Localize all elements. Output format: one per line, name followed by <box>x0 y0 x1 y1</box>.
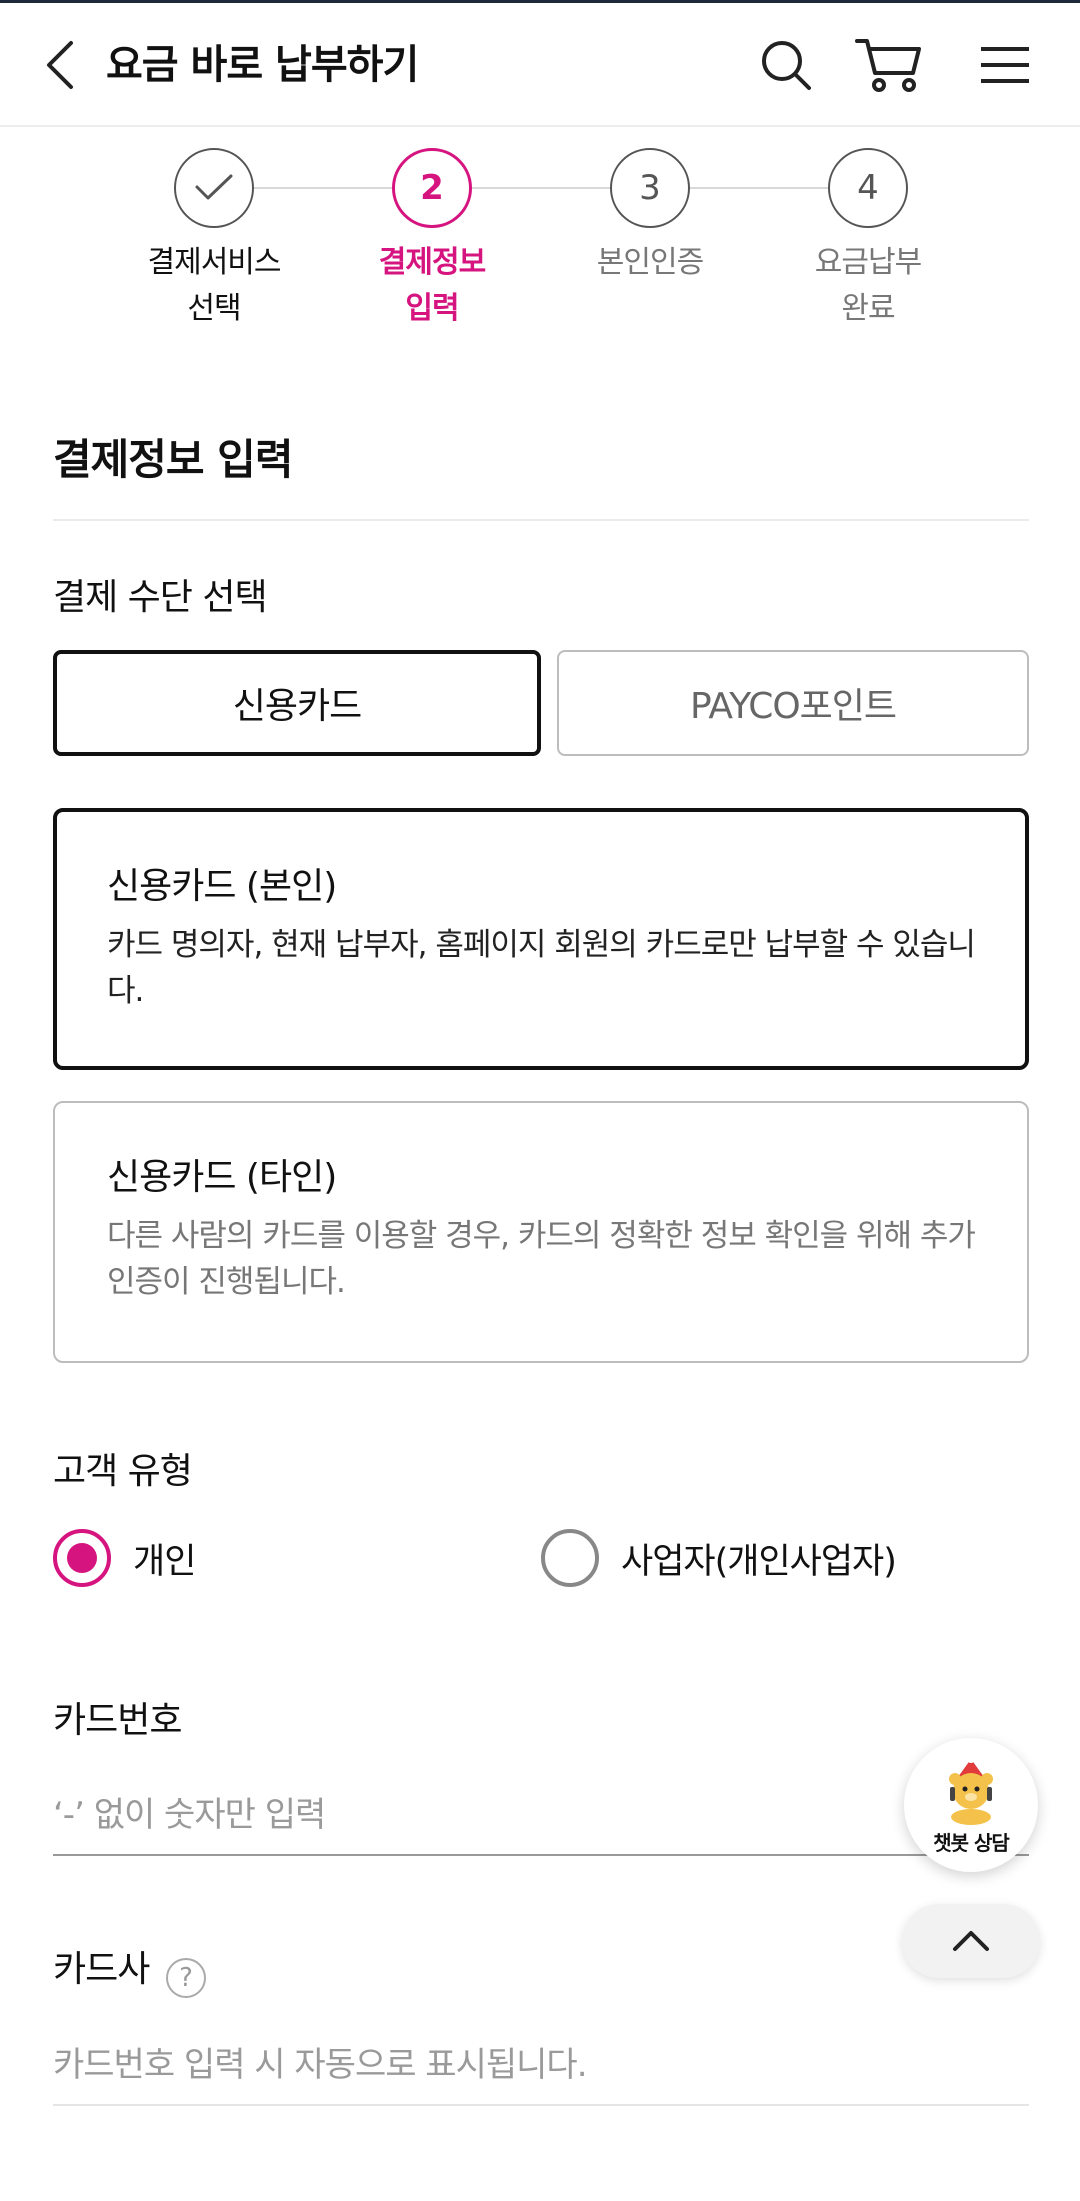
step-4-label: 요금납부 완료 <box>814 245 922 326</box>
help-icon[interactable]: ? <box>166 1958 206 1998</box>
search-icon <box>762 41 811 90</box>
card-other-title: 신용카드 (타인) <box>107 1157 337 1198</box>
step-1-label: 결제서비스 선택 <box>147 245 282 326</box>
back-button[interactable] <box>30 33 90 97</box>
step-3-label: 본인인증 <box>596 245 704 280</box>
cart-icon <box>855 39 921 92</box>
payment-method-label: 결제 수단 선택 <box>53 577 268 618</box>
step-2: 2 결제정보 입력 <box>322 148 542 332</box>
card-other-description: 다른 사람의 카드를 이용할 경우, 카드의 정확한 정보 확인을 위해 추가 … <box>107 1218 976 1300</box>
radio-business-label: 사업자(개인사업자) <box>621 1541 897 1582</box>
step-4: 4 요금납부 완료 <box>758 148 978 332</box>
chevron-up-icon <box>953 1931 989 1951</box>
card-other-option[interactable]: 신용카드 (타인) 다른 사람의 카드를 이용할 경우, 카드의 정확한 정보 … <box>53 1101 1029 1363</box>
chatbot-bear-icon <box>949 1754 993 1825</box>
chevron-left-icon <box>47 41 73 89</box>
app-header: 요금 바로 납부하기 <box>0 3 1080 127</box>
scroll-top-button[interactable] <box>902 1904 1040 1978</box>
step-2-circle: 2 <box>392 148 472 228</box>
radio-business-circle[interactable] <box>541 1529 599 1587</box>
checkmark-icon <box>195 174 233 200</box>
card-own-description: 카드 명의자, 현재 납부자, 홈페이지 회원의 카드로만 납부할 수 있습니다… <box>107 927 976 1009</box>
radio-individual[interactable]: 개인 <box>53 1528 196 1588</box>
card-company-label: 카드사 <box>53 1949 150 1990</box>
hamburger-menu-icon <box>981 47 1029 83</box>
step-1-circle <box>174 148 254 228</box>
customer-type-label: 고객 유형 <box>53 1451 193 1492</box>
credit-card-tab[interactable]: 신용카드 <box>53 650 541 756</box>
chatbot-button[interactable]: 챗봇 상담 <box>904 1738 1038 1872</box>
step-4-circle: 4 <box>828 148 908 228</box>
radio-individual-label: 개인 <box>133 1541 196 1582</box>
step-3-circle: 3 <box>610 148 690 228</box>
search-button[interactable] <box>756 33 816 97</box>
menu-button[interactable] <box>974 33 1036 97</box>
payco-point-tab[interactable]: PAYCO포인트 <box>557 650 1029 756</box>
card-number-label: 카드번호 <box>53 1700 182 1741</box>
card-company-input <box>53 2026 1029 2106</box>
step-2-label: 결제정보 입력 <box>378 245 486 326</box>
section-divider <box>53 519 1029 521</box>
radio-individual-circle[interactable] <box>53 1529 111 1587</box>
progress-stepper: 결제서비스 선택 2 결제정보 입력 3 본인인증 4 요금납부 완료 <box>0 140 1080 340</box>
step-3: 3 본인인증 <box>540 148 760 286</box>
card-own-title: 신용카드 (본인) <box>107 866 337 907</box>
radio-business[interactable]: 사업자(개인사업자) <box>541 1528 897 1588</box>
step-1: 결제서비스 선택 <box>104 148 324 332</box>
card-number-input[interactable] <box>53 1776 1029 1856</box>
page-title: 요금 바로 납부하기 <box>106 42 419 88</box>
section-title: 결제정보 입력 <box>53 435 293 484</box>
cart-button[interactable] <box>852 33 926 97</box>
chatbot-label: 챗봇 상담 <box>933 1830 1010 1855</box>
card-own-option[interactable]: 신용카드 (본인) 카드 명의자, 현재 납부자, 홈페이지 회원의 카드로만 … <box>53 808 1029 1070</box>
